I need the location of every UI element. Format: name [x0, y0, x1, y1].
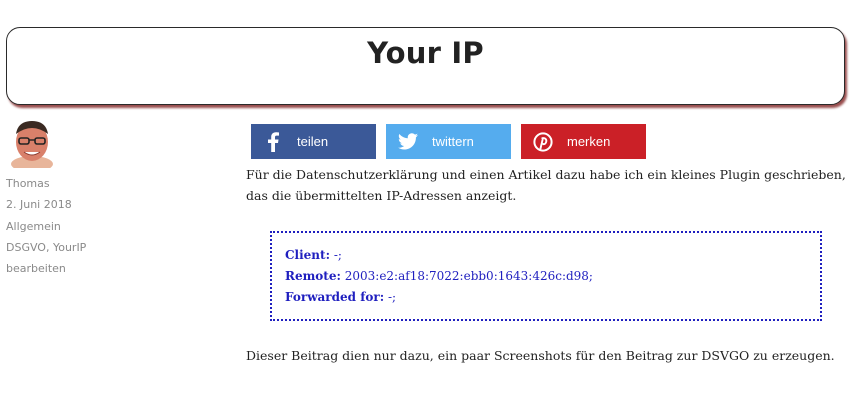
twitter-share-label: twittern [432, 134, 474, 149]
pinterest-icon [532, 131, 554, 153]
twitter-share-button[interactable]: twittern [386, 124, 511, 159]
client-value: -; [330, 248, 342, 262]
client-row: Client: -; [285, 245, 820, 266]
pinterest-share-button[interactable]: merken [521, 124, 646, 159]
remote-row: Remote: 2003:e2:af18:7022:ebb0:1643:426c… [285, 266, 820, 287]
post-date[interactable]: 2. Juni 2018 [6, 198, 72, 211]
intro-paragraph: Für die Datenschutzerklärung und einen A… [246, 167, 846, 203]
pinterest-share-label: merken [567, 134, 611, 149]
outro-paragraph: Dieser Beitrag dien nur dazu, ein paar S… [246, 348, 835, 363]
facebook-icon [262, 131, 284, 153]
forwarded-value: -; [384, 290, 397, 304]
forwarded-label: Forwarded for: [285, 290, 385, 304]
author-avatar[interactable] [10, 118, 54, 168]
title-box: Your IP [6, 27, 845, 105]
remote-value: 2003:e2:af18:7022:ebb0:1643:426c:d98; [340, 269, 593, 283]
twitter-icon [397, 131, 419, 153]
author-link[interactable]: Thomas [6, 177, 50, 190]
page-title: Your IP [367, 36, 484, 70]
edit-link[interactable]: bearbeiten [6, 262, 66, 275]
forwarded-row: Forwarded for: -; [285, 287, 820, 308]
facebook-share-button[interactable]: teilen [251, 124, 376, 159]
ip-info-box: Client: -; Remote: 2003:e2:af18:7022:ebb… [270, 231, 822, 321]
client-label: Client: [285, 248, 330, 262]
facebook-share-label: teilen [297, 134, 329, 149]
post-category[interactable]: Allgemein [6, 220, 61, 233]
remote-label: Remote: [285, 269, 341, 283]
post-tags[interactable]: DSGVO, YourIP [6, 241, 86, 254]
